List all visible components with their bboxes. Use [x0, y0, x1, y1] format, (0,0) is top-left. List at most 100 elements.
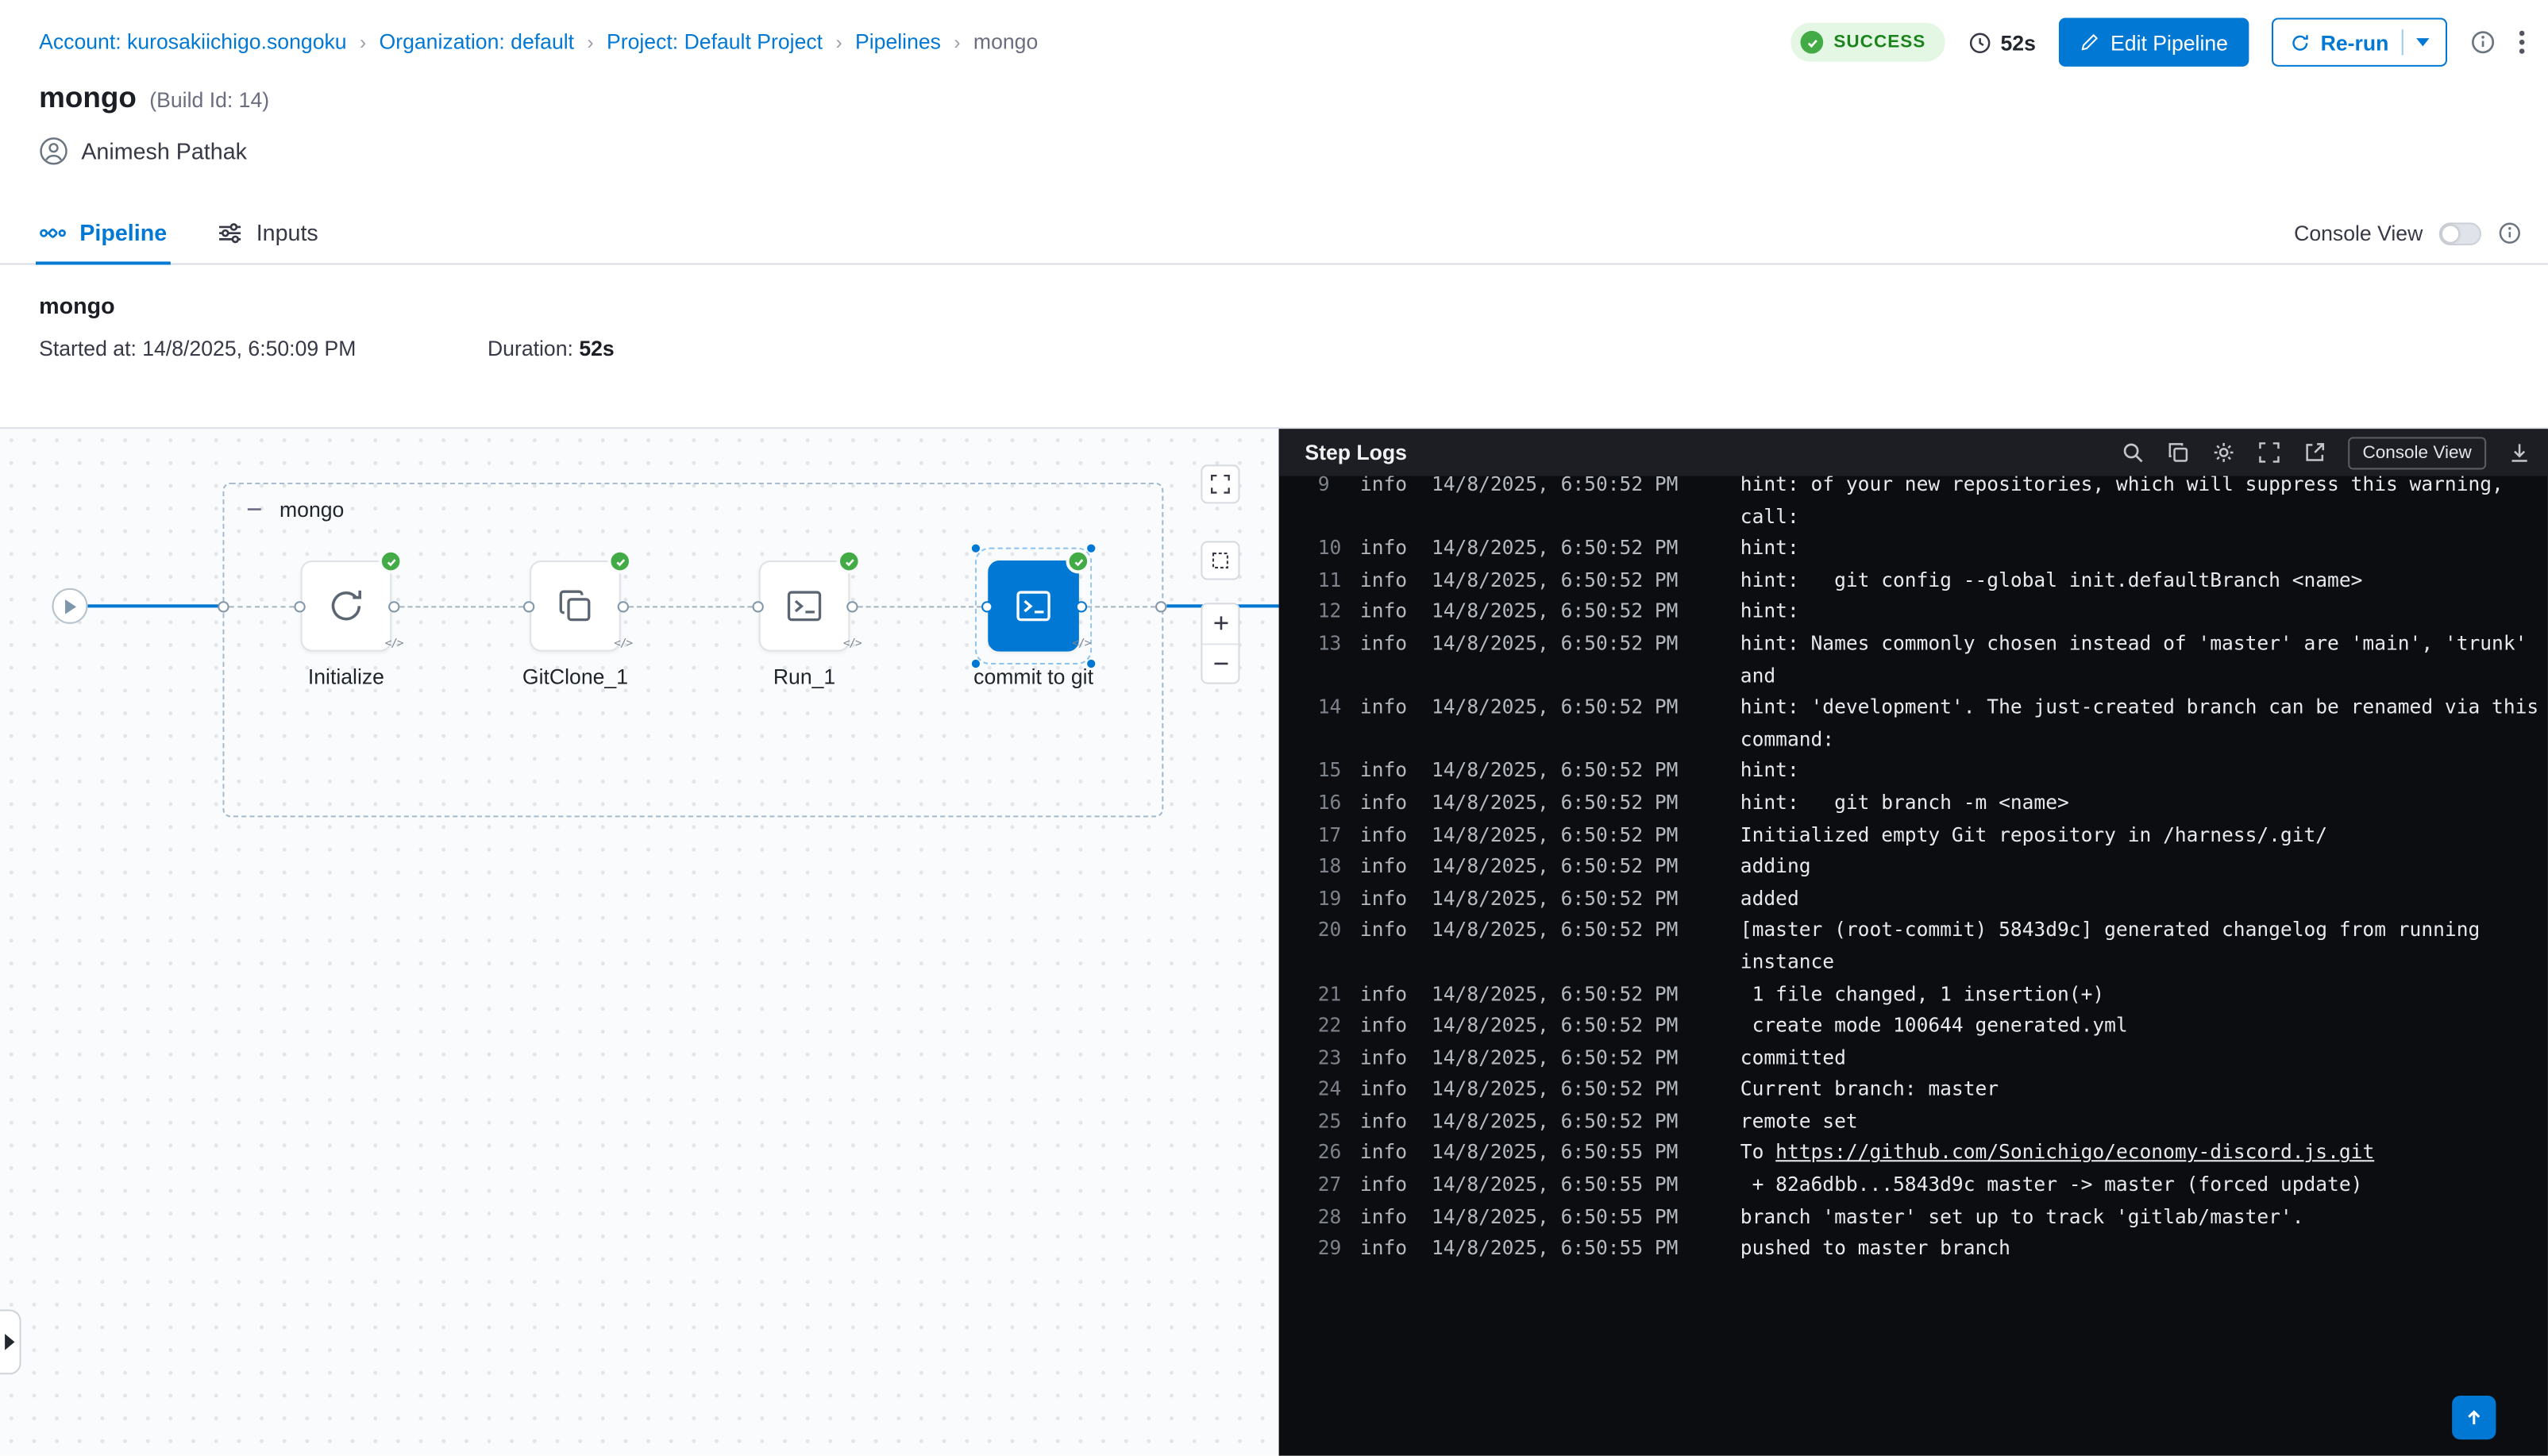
log-num: 17 [1318, 820, 1360, 852]
log-line: 16info14/8/2025, 6:50:52 PMhint: git bra… [1279, 788, 2548, 819]
canvas-selection-button[interactable] [1201, 541, 1239, 580]
pipeline-node-commit-to-git[interactable]: </> commit to git [988, 560, 1079, 652]
success-check-icon [1066, 549, 1091, 574]
log-level [1360, 502, 1432, 533]
pipeline-name: mongo [39, 292, 114, 318]
step-logs-panel: Step Logs [1279, 429, 2548, 1455]
left-panel-expand-handle[interactable] [0, 1309, 21, 1374]
log-msg: 1 file changed, 1 insertion(+) [1740, 979, 2548, 1011]
canvas-fullscreen-button[interactable] [1201, 464, 1239, 503]
chevron-down-icon[interactable] [2416, 37, 2429, 47]
log-level: info [1360, 1074, 1432, 1106]
console-view-button[interactable]: Console View [2348, 436, 2486, 468]
connector-port [522, 600, 534, 611]
pencil-icon [2080, 33, 2099, 52]
pipeline-node-gitclone[interactable]: </> GitClone_1 [530, 560, 621, 652]
duration-value: 52s [579, 337, 614, 361]
rerun-icon [2290, 32, 2311, 53]
tab-inputs[interactable]: Inputs [216, 202, 318, 264]
pipeline-node-initialize[interactable]: </> Initialize [301, 560, 392, 652]
breadcrumb-separator: › [835, 30, 842, 53]
avatar-icon [39, 137, 68, 166]
download-icon[interactable] [2508, 441, 2532, 465]
log-line: 11info14/8/2025, 6:50:52 PMhint: git con… [1279, 565, 2548, 597]
external-link-icon[interactable] [2303, 441, 2327, 465]
search-icon[interactable] [2121, 441, 2145, 465]
pipeline-canvas[interactable]: mongo [0, 429, 1279, 1455]
log-time: 14/8/2025, 6:50:52 PM [1432, 852, 1740, 884]
log-time: 14/8/2025, 6:50:52 PM [1432, 884, 1740, 915]
log-line: 26info14/8/2025, 6:50:55 PMTo https://gi… [1279, 1138, 2548, 1170]
zoom-out-button[interactable] [1202, 642, 1238, 682]
fullscreen-icon[interactable] [2257, 441, 2281, 465]
node-box[interactable]: </> [301, 560, 392, 652]
log-num: 16 [1318, 788, 1360, 819]
scroll-to-top-button[interactable] [2452, 1396, 2496, 1439]
breadcrumb-link[interactable]: Organization: default [380, 29, 575, 54]
log-line: 28info14/8/2025, 6:50:55 PMbranch 'maste… [1279, 1202, 2548, 1234]
connector-port [846, 600, 857, 611]
log-num [1318, 661, 1360, 692]
log-line: 19info14/8/2025, 6:50:52 PMadded [1279, 884, 2548, 915]
node-box[interactable]: </> [988, 560, 1079, 652]
node-box[interactable]: </> [530, 560, 621, 652]
log-time [1432, 947, 1740, 979]
collapse-icon[interactable] [244, 499, 265, 520]
tab-bar: Pipeline Inputs Console View [0, 202, 2548, 265]
breadcrumb-link[interactable]: Project: Default Project [607, 29, 823, 54]
log-msg: + 82a6dbb...5843d9c master -> master (fo… [1740, 1170, 2548, 1202]
zoom-in-button[interactable] [1202, 604, 1238, 642]
log-msg: and [1740, 661, 2548, 692]
settings-gear-icon[interactable] [2211, 441, 2236, 465]
success-check-icon [607, 549, 632, 574]
log-num: 18 [1318, 852, 1360, 884]
log-line: 18info14/8/2025, 6:50:52 PMadding [1279, 852, 2548, 884]
log-level: info [1360, 1170, 1432, 1202]
info-icon[interactable] [2497, 221, 2522, 245]
connector-line [629, 605, 753, 607]
node-box[interactable]: </> [759, 560, 850, 652]
log-line: 15info14/8/2025, 6:50:52 PMhint: [1279, 756, 2548, 788]
log-time: 14/8/2025, 6:50:52 PM [1432, 1042, 1740, 1074]
breadcrumb-link[interactable]: Pipelines [855, 29, 941, 54]
step-logs-header: Step Logs [1279, 429, 2548, 476]
connector-port [217, 600, 228, 611]
log-level: info [1360, 1234, 1432, 1265]
log-line: 21info14/8/2025, 6:50:52 PM 1 file chang… [1279, 979, 2548, 1011]
log-num [1318, 947, 1360, 979]
code-badge: </> [614, 637, 632, 649]
log-level: info [1360, 756, 1432, 788]
log-level: info [1360, 788, 1432, 819]
status-badge: SUCCESS [1791, 23, 1945, 62]
console-view-toggle[interactable] [2439, 221, 2481, 245]
author-name: Animesh Pathak [81, 138, 247, 164]
log-level: info [1360, 1042, 1432, 1074]
log-num: 13 [1318, 629, 1360, 661]
rerun-button[interactable]: Re-run [2272, 18, 2447, 67]
log-msg: hint: Names commonly chosen instead of '… [1740, 629, 2548, 661]
connector-line [1087, 605, 1155, 607]
log-msg: call: [1740, 502, 2548, 533]
log-line: command: [1279, 724, 2548, 756]
tab-pipeline[interactable]: Pipeline [39, 202, 167, 264]
log-time: 14/8/2025, 6:50:52 PM [1432, 788, 1740, 819]
log-level: info [1360, 1202, 1432, 1234]
duration-row: Duration: 52s [488, 337, 615, 361]
selection-handle [972, 660, 980, 668]
log-line: 13info14/8/2025, 6:50:52 PMhint: Names c… [1279, 629, 2548, 661]
breadcrumb-link[interactable]: Account: kurosakiichigo.songoku [39, 29, 346, 54]
copy-icon[interactable] [2166, 441, 2191, 465]
log-msg: adding [1740, 852, 2548, 884]
log-rows: 9info14/8/2025, 6:50:52 PMhint: of your … [1279, 476, 2548, 1265]
check-circle-icon [1801, 31, 1824, 54]
log-scroll-area[interactable]: 9info14/8/2025, 6:50:52 PMhint: of your … [1279, 476, 2548, 1456]
edit-pipeline-button[interactable]: Edit Pipeline [2059, 18, 2249, 67]
pipeline-node-run[interactable]: </> Run_1 [759, 560, 850, 652]
success-check-icon [837, 549, 862, 574]
pipeline-start-button[interactable] [52, 588, 87, 624]
kebab-menu-icon[interactable] [2519, 29, 2525, 56]
build-title-row: mongo (Build Id: 14) [39, 81, 269, 115]
log-link[interactable]: https://github.com/Sonichigo/economy-dis… [1775, 1142, 2374, 1165]
info-icon[interactable] [2470, 29, 2496, 56]
rerun-label: Re-run [2321, 30, 2389, 55]
